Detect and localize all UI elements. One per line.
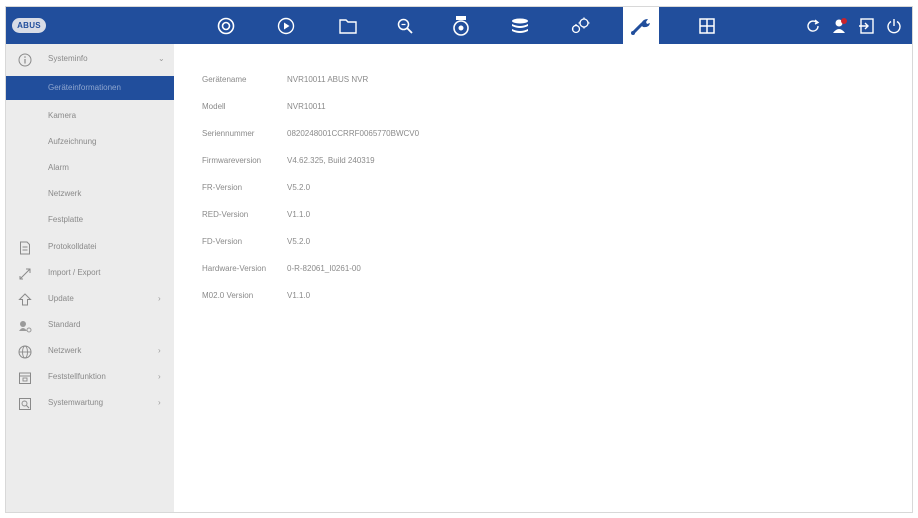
chevron-right-icon: › (158, 372, 161, 381)
default-icon (18, 318, 32, 333)
sidebar-item-label: Kamera (48, 111, 77, 120)
sidebar-item-label: Netzwerk (48, 189, 82, 198)
sidebar-item-import-export[interactable]: Import / Export (6, 260, 174, 286)
chevron-right-icon: › (158, 346, 161, 355)
chevron-right-icon: › (158, 294, 161, 303)
sidebar-item-alarm[interactable]: Alarm (6, 155, 174, 181)
info-icon (18, 52, 32, 67)
wrench-icon[interactable] (623, 7, 659, 44)
sidebar-item-label: Festplatte (48, 215, 84, 224)
ptz-camera-icon[interactable] (443, 7, 479, 44)
sidebar-item-label: Protokolldatei (48, 242, 97, 251)
info-label: Seriennummer (202, 129, 255, 138)
top-navigation-bar: ABUS (6, 7, 912, 44)
sidebar-item-label: Systeminfo (48, 54, 88, 63)
sidebar-item-standard[interactable]: Standard (6, 312, 174, 338)
info-value: V1.1.0 (287, 210, 311, 219)
playback-icon[interactable] (268, 7, 304, 44)
sidebar-item-netzwerk-info[interactable]: Netzwerk (6, 181, 174, 207)
chevron-right-icon: › (158, 398, 161, 407)
import-export-icon (18, 266, 32, 280)
sidebar-item-protokolldatei[interactable]: Protokolldatei (6, 234, 174, 260)
sidebar-item-kamera[interactable]: Kamera (6, 103, 174, 129)
sidebar-item-label: Netzwerk (48, 346, 82, 355)
sidebar-item-label: Systemwartung (48, 398, 104, 407)
info-label: Firmwareversion (202, 156, 262, 165)
info-label: FR-Version (202, 183, 243, 192)
info-label: RED-Version (202, 210, 249, 219)
sidebar-item-festplatte[interactable]: Festplatte (6, 207, 174, 233)
info-value: V5.2.0 (287, 183, 311, 192)
sidebar-item-geraeteinformationen[interactable]: Geräteinformationen (6, 76, 174, 100)
sidebar-item-label: Update (48, 294, 74, 303)
sidebar-item-aufzeichnung[interactable]: Aufzeichnung (6, 129, 174, 155)
chevron-down-icon: ⌄ (158, 54, 165, 63)
info-value: V5.2.0 (287, 237, 311, 246)
sidebar-item-netzwerk[interactable]: Netzwerk › (6, 338, 174, 364)
maintenance-icon (18, 396, 32, 410)
info-value: V4.62.325, Build 240319 (287, 156, 375, 165)
info-value: NVR10011 (287, 102, 326, 111)
sidebar-item-systemwartung[interactable]: Systemwartung › (6, 390, 174, 416)
info-label: FD-Version (202, 237, 243, 246)
document-icon (18, 240, 32, 255)
logout-icon[interactable] (855, 7, 879, 44)
sidebar: Systeminfo ⌄ Geräteinformationen Kamera … (6, 44, 174, 512)
info-value: NVR10011 ABUS NVR (287, 75, 369, 84)
info-label: Modell (202, 102, 226, 111)
gears-icon[interactable] (562, 7, 598, 44)
sidebar-item-label: Standard (48, 320, 81, 329)
sidebar-item-label: Geräteinformationen (48, 83, 121, 92)
refresh-icon[interactable] (801, 7, 825, 44)
sidebar-item-feststellfunktion[interactable]: Feststellfunktion › (6, 364, 174, 390)
info-value: V1.1.0 (287, 291, 311, 300)
info-label: M02.0 Version (202, 291, 254, 300)
search-icon[interactable] (387, 7, 423, 44)
globe-icon (18, 344, 32, 359)
sidebar-item-label: Aufzeichnung (48, 137, 97, 146)
info-value: 0-R-82061_I0261-00 (287, 264, 361, 273)
calendar-icon (18, 370, 32, 384)
sidebar-item-label: Alarm (48, 163, 69, 172)
info-label: Hardware-Version (202, 264, 267, 273)
storage-icon[interactable] (502, 7, 538, 44)
folder-icon[interactable] (330, 7, 366, 44)
app-window: ABUS Systeminfo ⌄ Geräteinformationen Ka… (5, 6, 913, 513)
alarm-user-icon[interactable] (828, 7, 852, 44)
device-info-panel: Gerätename NVR10011 ABUS NVR Modell NVR1… (174, 44, 912, 512)
info-value: 0820248001CCRRF0065770BWCV0 (287, 129, 420, 138)
power-icon[interactable] (882, 7, 906, 44)
sidebar-item-label: Feststellfunktion (48, 372, 106, 381)
camera-icon[interactable] (208, 7, 244, 44)
update-icon (18, 292, 32, 306)
grid-icon[interactable] (689, 7, 725, 44)
sidebar-item-label: Import / Export (48, 268, 101, 277)
sidebar-item-systeminfo[interactable]: Systeminfo ⌄ (6, 46, 174, 72)
abus-logo: ABUS (12, 18, 46, 33)
info-label: Gerätename (202, 75, 247, 84)
sidebar-item-update[interactable]: Update › (6, 286, 174, 312)
